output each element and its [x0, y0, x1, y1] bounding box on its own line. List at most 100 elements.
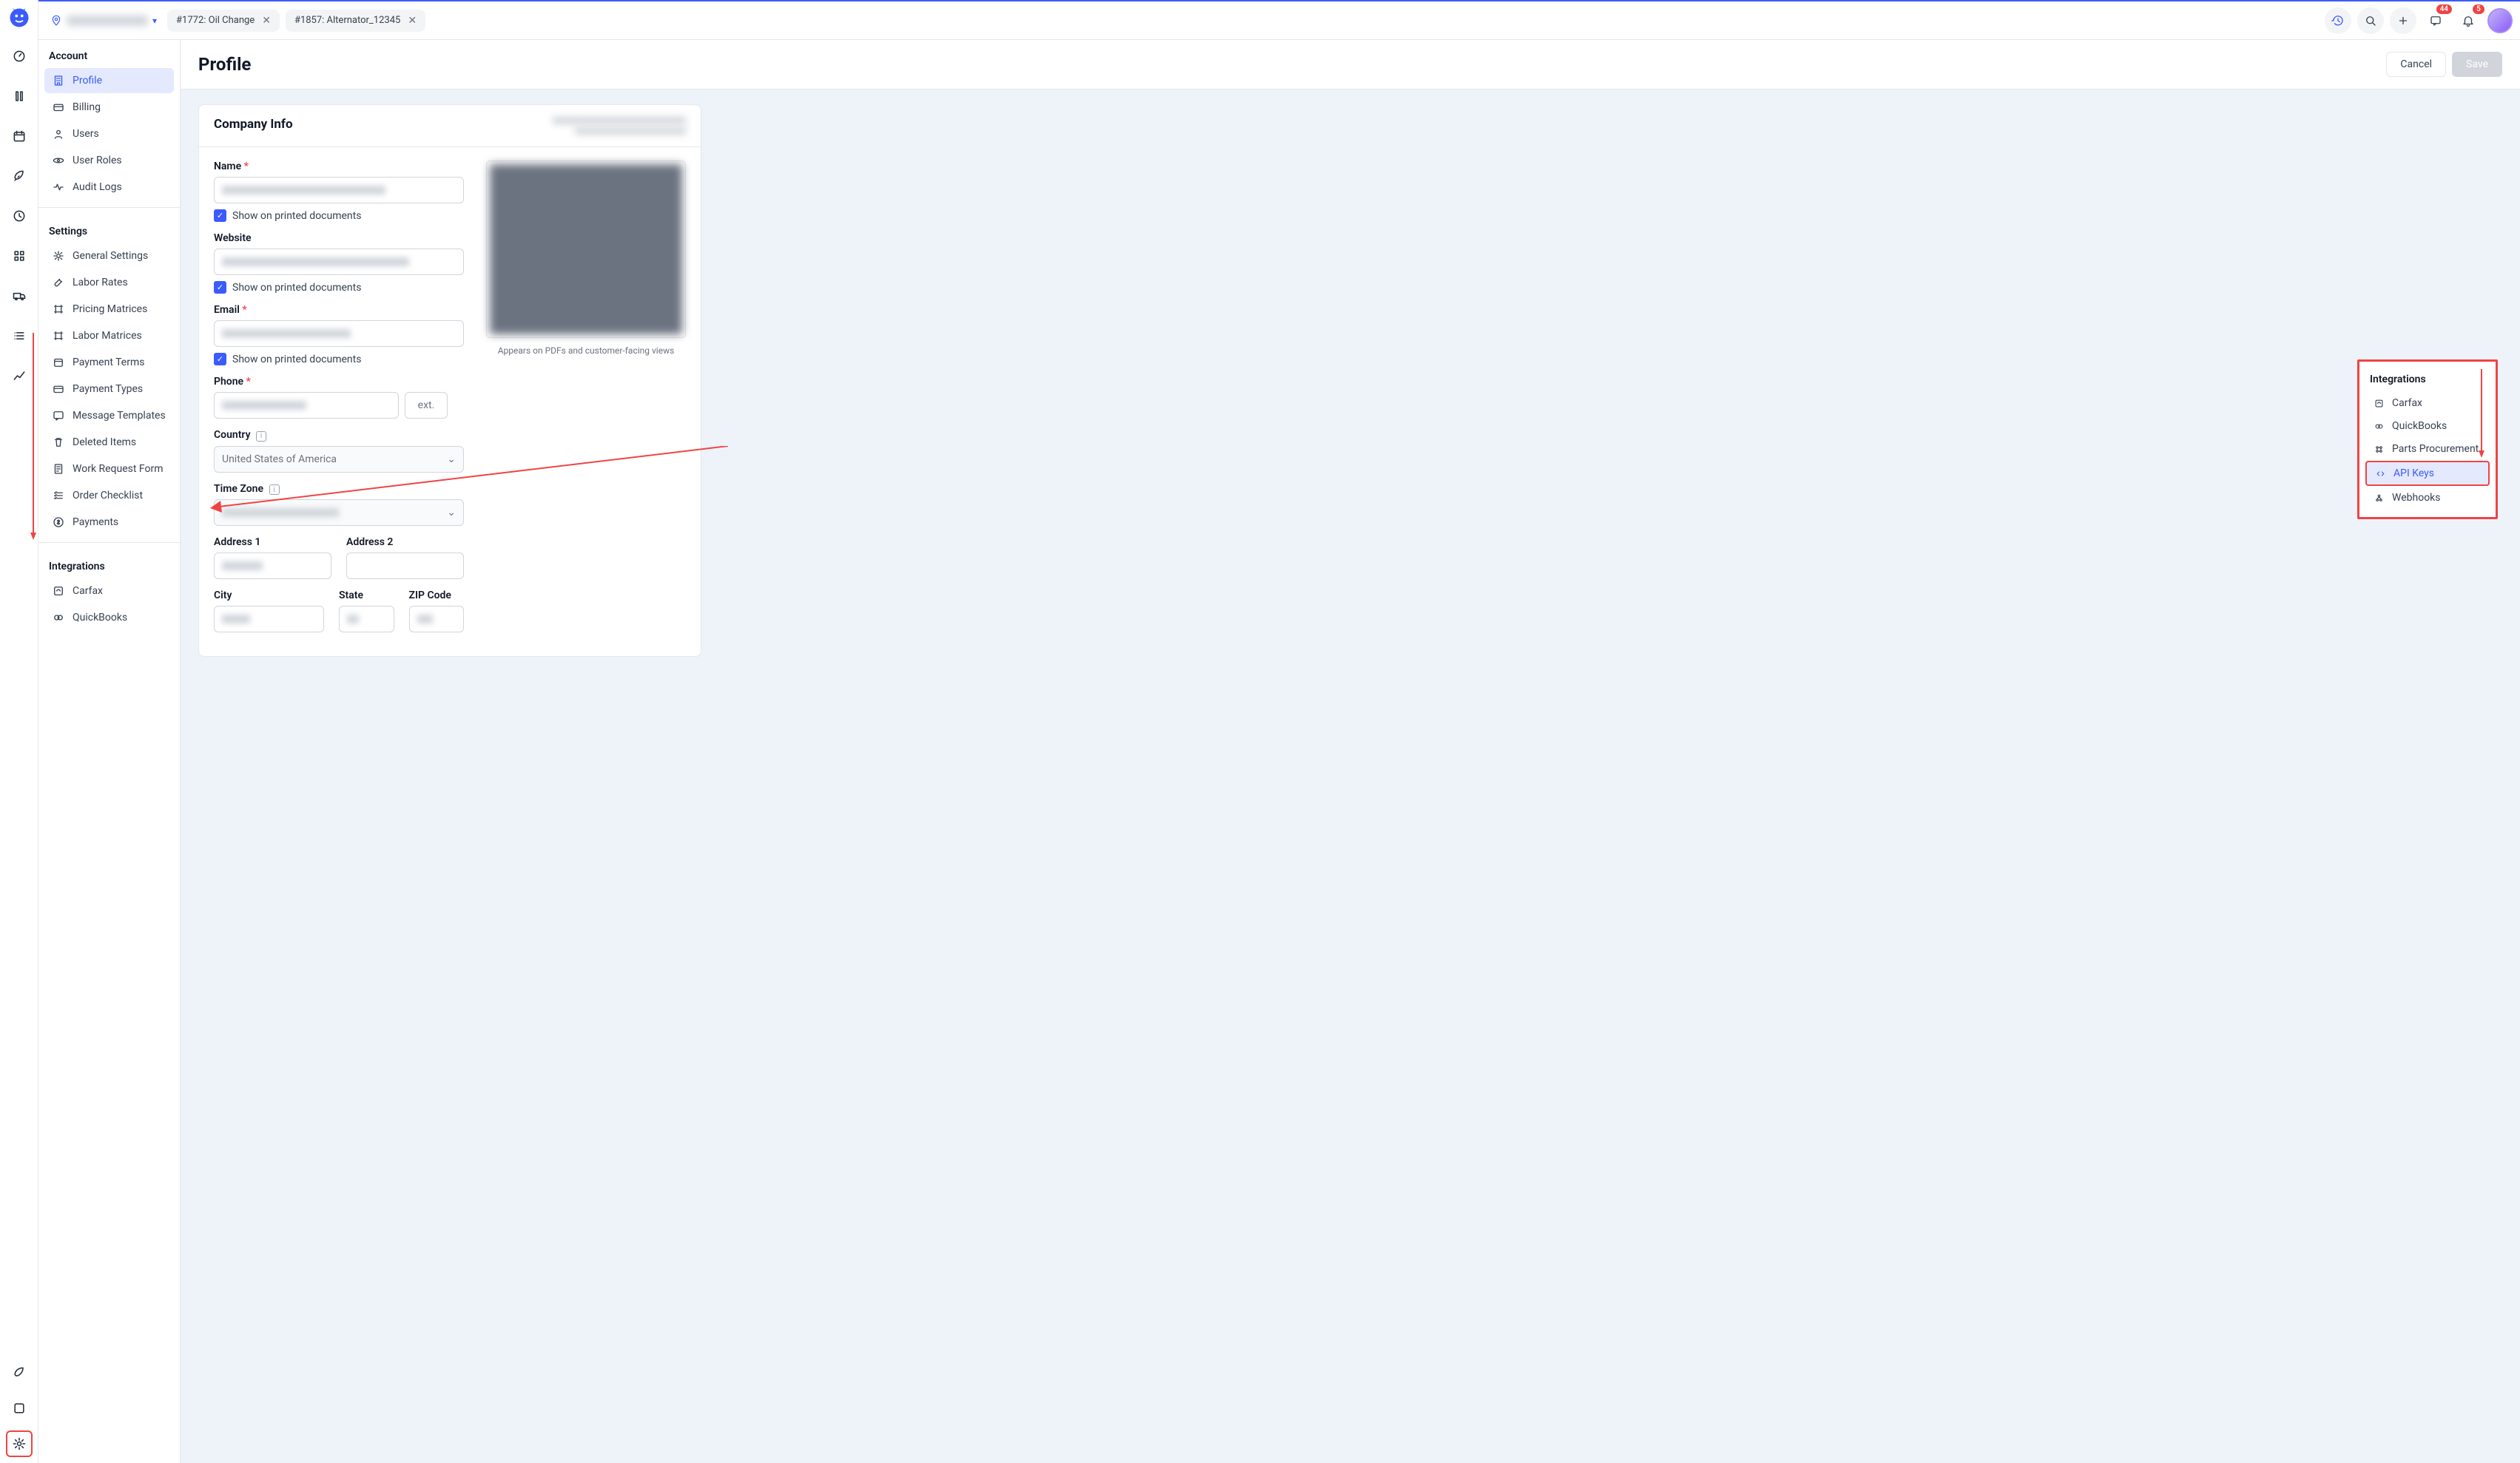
page-header: Profile Cancel Save	[181, 40, 2520, 89]
sidebar-item-payment-terms[interactable]: Payment Terms	[44, 350, 174, 375]
gear-icon	[52, 249, 65, 263]
company-image[interactable]	[486, 161, 686, 338]
sidebar-item-message-templates[interactable]: Message Templates	[44, 403, 174, 428]
tab-label: #1857: Alternator_12345	[294, 15, 400, 26]
email-show-printed-checkbox[interactable]: ✓	[214, 353, 226, 365]
settings-gear-icon[interactable]	[6, 1430, 33, 1457]
add-icon[interactable]	[2390, 7, 2416, 34]
callout-item-carfax[interactable]: Carfax	[2365, 392, 2490, 414]
sidebar-label: QuickBooks	[73, 612, 127, 624]
cancel-button[interactable]: Cancel	[2386, 52, 2446, 77]
history-icon[interactable]	[2325, 7, 2351, 34]
sidebar-label: Audit Logs	[73, 181, 122, 193]
inventory-icon[interactable]	[6, 243, 33, 269]
timezone-select[interactable]: ⌄	[214, 499, 464, 526]
settings-sidebar: Account Profile Billing Users User Roles	[38, 40, 181, 1463]
sidebar-label: Order Checklist	[73, 490, 143, 501]
calendar-icon	[52, 356, 65, 369]
truck-icon[interactable]	[6, 283, 33, 309]
sidebar-item-labor-matrices[interactable]: Labor Matrices	[44, 323, 174, 348]
sidebar-label: Message Templates	[73, 410, 166, 422]
sidebar-item-order-checklist[interactable]: Order Checklist	[44, 483, 174, 508]
marketplace-icon[interactable]	[6, 1359, 33, 1386]
save-button[interactable]: Save	[2452, 52, 2502, 77]
sidebar-item-payment-types[interactable]: Payment Types	[44, 376, 174, 402]
callout-item-api-keys[interactable]: API Keys	[2365, 461, 2490, 486]
sidebar-item-work-request-form[interactable]: Work Request Form	[44, 456, 174, 482]
sidebar-item-payments[interactable]: Payments	[44, 510, 174, 535]
quickbooks-icon	[52, 611, 65, 624]
sidebar-item-quickbooks[interactable]: QuickBooks	[44, 605, 174, 630]
bell-icon[interactable]: 5	[2455, 7, 2482, 34]
sidebar-item-deleted-items[interactable]: Deleted Items	[44, 430, 174, 455]
zip-label: ZIP Code	[409, 589, 465, 601]
search-icon[interactable]	[2357, 7, 2384, 34]
building-icon	[52, 74, 65, 87]
country-select[interactable]: United States of America ⌄	[214, 446, 464, 473]
sidebar-label: General Settings	[73, 250, 148, 262]
sidebar-label: Work Request Form	[73, 463, 164, 475]
message-icon	[52, 409, 65, 422]
tab-order-1857[interactable]: #1857: Alternator_12345 ✕	[286, 10, 425, 32]
country-label: Country i	[214, 429, 464, 442]
city-input[interactable]	[214, 606, 324, 632]
app-logo[interactable]	[7, 6, 31, 30]
parts-icon	[2373, 443, 2385, 455]
name-input[interactable]	[214, 177, 464, 203]
state-label: State	[339, 589, 394, 601]
email-input[interactable]	[214, 320, 464, 347]
sidebar-item-labor-rates[interactable]: Labor Rates	[44, 270, 174, 295]
phone-input[interactable]	[214, 392, 399, 419]
sidebar-label: Pricing Matrices	[73, 303, 147, 315]
sidebar-item-billing[interactable]: Billing	[44, 95, 174, 120]
sidebar-label: Payment Types	[73, 383, 143, 395]
rocket-icon[interactable]	[6, 163, 33, 189]
clock-icon[interactable]	[6, 203, 33, 229]
location-picker[interactable]: ▾	[46, 12, 161, 30]
website-input[interactable]	[214, 249, 464, 275]
boards-icon[interactable]	[6, 83, 33, 109]
callout-header: Integrations	[2362, 369, 2493, 391]
zip-input[interactable]	[409, 606, 465, 632]
tab-order-1772[interactable]: #1772: Oil Change ✕	[167, 10, 280, 32]
sidebar-label: Users	[73, 128, 99, 140]
calendar-icon[interactable]	[6, 123, 33, 149]
callout-item-webhooks[interactable]: Webhooks	[2365, 487, 2490, 509]
chat-icon[interactable]: 44	[2422, 7, 2449, 34]
wrench-icon	[52, 276, 65, 289]
address2-input[interactable]	[346, 553, 464, 579]
content-area: Profile Cancel Save Company Info	[181, 40, 2520, 1463]
matrix-icon	[52, 303, 65, 316]
sidebar-item-audit-logs[interactable]: Audit Logs	[44, 175, 174, 200]
callout-item-quickbooks[interactable]: QuickBooks	[2365, 415, 2490, 437]
state-input[interactable]	[339, 606, 394, 632]
list-icon[interactable]	[6, 322, 33, 349]
callout-item-parts-procurement[interactable]: Parts Procurement	[2365, 438, 2490, 460]
sidebar-item-profile[interactable]: Profile	[44, 68, 174, 93]
help-icon[interactable]	[6, 1395, 33, 1422]
dashboard-icon[interactable]	[6, 43, 33, 70]
name-show-printed-checkbox[interactable]: ✓	[214, 209, 226, 222]
sidebar-item-pricing-matrices[interactable]: Pricing Matrices	[44, 297, 174, 322]
webhook-icon	[2373, 492, 2385, 504]
close-icon[interactable]: ✕	[408, 15, 417, 27]
avatar[interactable]	[2487, 8, 2513, 33]
dollar-icon	[52, 516, 65, 529]
close-icon[interactable]: ✕	[262, 15, 271, 27]
sidebar-item-general-settings[interactable]: General Settings	[44, 243, 174, 268]
name-label: Name *	[214, 161, 464, 172]
address1-input[interactable]	[214, 553, 331, 579]
location-name	[67, 16, 148, 26]
email-label: Email *	[214, 304, 464, 316]
sidebar-item-user-roles[interactable]: User Roles	[44, 148, 174, 173]
quickbooks-icon	[2373, 420, 2385, 432]
checkbox-label: Show on printed documents	[232, 354, 361, 365]
reports-icon[interactable]	[6, 362, 33, 389]
sidebar-label: Labor Matrices	[73, 330, 142, 342]
card-icon	[52, 101, 65, 114]
icon-rail	[0, 0, 38, 1463]
sidebar-item-carfax[interactable]: Carfax	[44, 578, 174, 604]
sidebar-item-users[interactable]: Users	[44, 121, 174, 146]
phone-ext-input[interactable]: ext.	[405, 392, 448, 419]
website-show-printed-checkbox[interactable]: ✓	[214, 281, 226, 294]
